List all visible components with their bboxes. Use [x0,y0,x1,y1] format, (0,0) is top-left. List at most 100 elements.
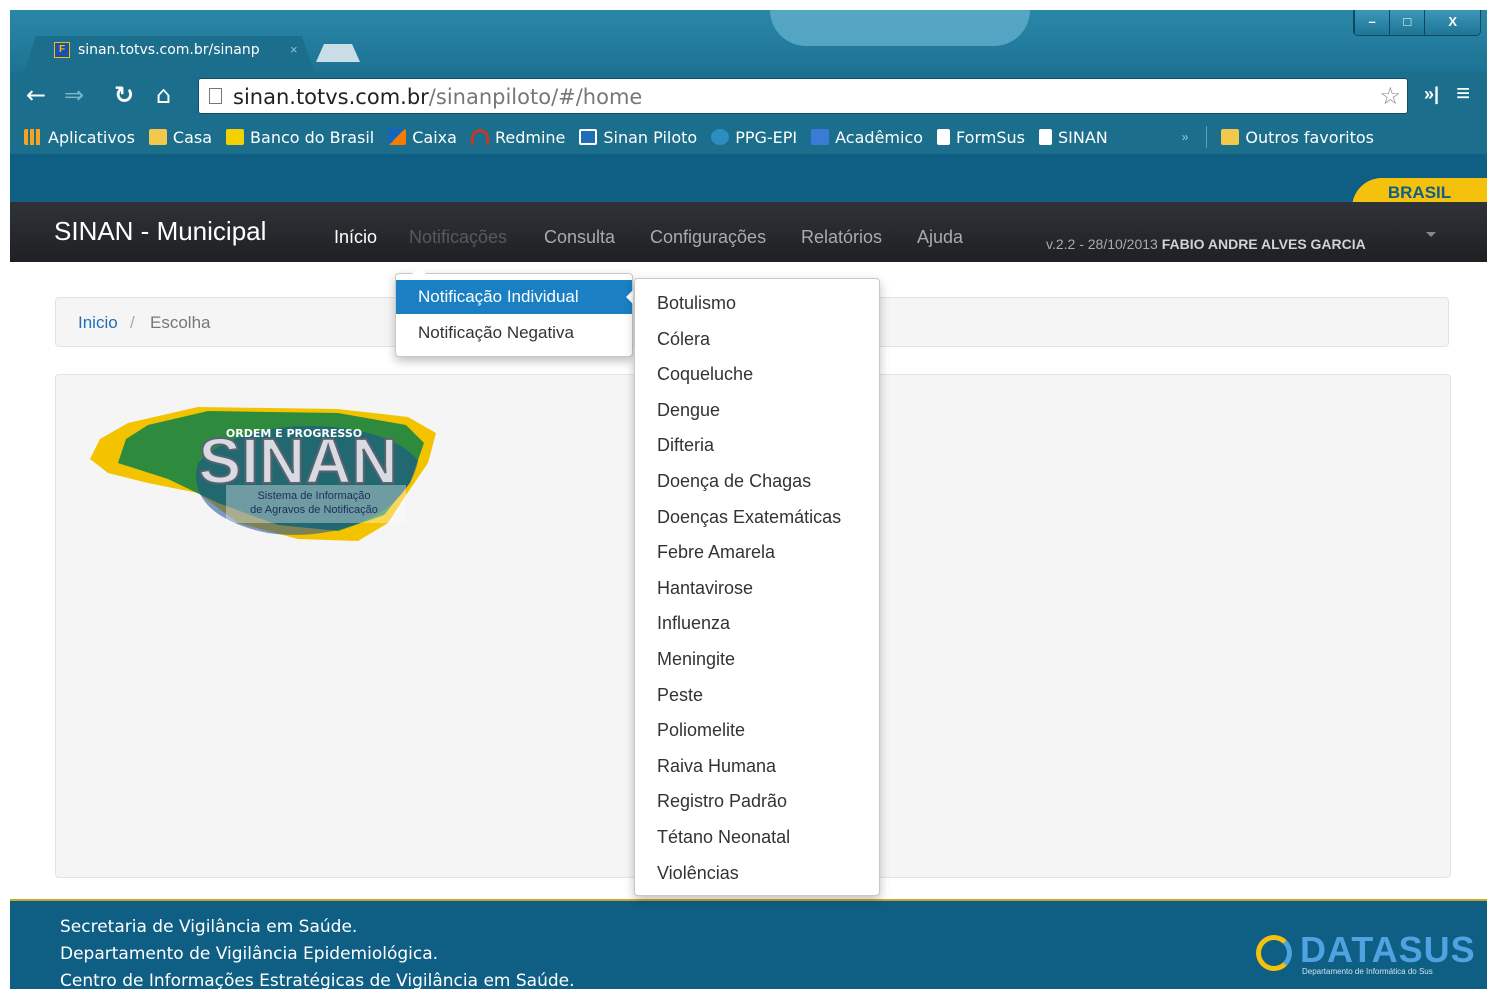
bookmark-item[interactable]: SINAN [1038,127,1108,147]
breadcrumb-separator: / [130,313,135,332]
url-text[interactable]: sinan.totvs.com.br/sinanpiloto/#/home [233,85,642,109]
bookmarks-bar: Aplicativos Casa Banco do Brasil Caixa Redmi… [10,120,1487,154]
home-icon[interactable]: ⌂ [156,82,171,108]
bookmark-label: PPG-EPI [735,127,798,147]
nav-item[interactable]: Configurações [650,227,766,248]
user-name: FABIO ANDRE ALVES GARCIA [1161,236,1366,252]
bookmark-label: FormSus [956,127,1025,147]
nav-item[interactable]: Consulta [544,227,615,248]
bookmark-item[interactable]: Acadêmico [811,128,923,147]
minimize-button[interactable]: – [1354,10,1390,35]
gov-bar: BRASIL [10,154,1487,208]
breadcrumb-current: Escolha [150,313,211,332]
dropdown-caret [412,267,426,274]
bookmark-label: Casa [172,127,213,147]
folder-icon [148,129,167,145]
bookmark-item[interactable]: Casa [148,127,213,147]
menu-item-notificacao-individual[interactable]: Notificação Individual [396,280,633,314]
ppg-epi-icon [711,129,730,145]
forward-arrow-icon[interactable]: ⇒ [64,82,84,108]
sinan-logo: ORDEM E PROGRESSO SINAN Sistema de Infor… [90,407,436,541]
bookmark-item[interactable]: Redmine [470,127,566,147]
page-icon [209,88,222,104]
nav-item[interactable]: Início [334,227,377,248]
submenu-item[interactable]: Botulismo [657,293,736,314]
bookmarks-overflow-icon[interactable]: » [1182,130,1189,144]
datasus-logo[interactable]: DATASUS Departamento de Informática do S… [1256,929,1475,979]
submenu-item[interactable]: Doenças Exatemáticas [657,507,841,528]
submenu-item[interactable]: Peste [657,685,703,706]
other-bookmarks[interactable]: Outros favoritos [1221,128,1374,147]
bookmark-label: Redmine [494,127,566,147]
submenu-item[interactable]: Influenza [657,613,730,634]
submenu-item[interactable]: Registro Padrão [657,791,787,812]
app-brand[interactable]: SINAN - Municipal [54,216,266,247]
bookmark-label: Banco do Brasil [250,127,375,147]
browser-tab[interactable]: F sinan.totvs.com.br/sinanp × [24,36,314,72]
folder-icon [1221,129,1240,145]
main-navbar: SINAN - Municipal Início Notificações Cons… [10,202,1487,262]
nav-item[interactable]: Notificações [409,227,507,248]
extensions-overflow-icon[interactable]: »| [1424,84,1439,105]
bookmark-item[interactable]: Sinan Piloto [579,128,697,147]
submenu-item[interactable]: Tétano Neonatal [657,827,790,848]
submenu-item[interactable]: Coqueluche [657,364,753,385]
datasus-ring-icon [1256,935,1292,971]
document-icon [1038,129,1052,145]
bookmark-item[interactable]: Caixa [388,128,457,147]
bookmark-label: Aplicativos [48,127,135,147]
bookmark-label: SINAN [1057,127,1108,147]
tab-title: sinan.totvs.com.br/sinanp [78,42,260,58]
banco-do-brasil-icon [226,129,245,145]
notificacoes-dropdown: Notificação Individual Notificação Negat… [395,267,633,357]
redmine-icon [470,129,489,145]
bookmark-item[interactable]: PPG-EPI [711,128,797,147]
address-bar[interactable]: sinan.totvs.com.br/sinanpiloto/#/home ☆ [198,78,1408,114]
caixa-icon [388,129,407,145]
tab-close-icon[interactable]: × [290,42,298,57]
apps-icon [24,129,42,145]
window-controls: – □ X [1353,10,1481,36]
chrome-menu-icon[interactable]: ≡ [1456,80,1470,108]
submenu-item[interactable]: Violências [657,863,739,884]
logo-subtitle-2: de Agravos de Notificação [250,504,378,516]
submenu-item[interactable]: Meningite [657,649,735,670]
submenu-item[interactable]: Poliomelite [657,720,745,741]
browser-window: F sinan.totvs.com.br/sinanp × – □ X ← ⇒ … [10,10,1487,989]
version-user-info[interactable]: v.2.2 - 28/10/2013 FABIO ANDRE ALVES GAR… [1046,236,1366,252]
submenu-item[interactable]: Hantavirose [657,578,753,599]
bookmark-star-icon[interactable]: ☆ [1379,82,1401,111]
tab-strip: F sinan.totvs.com.br/sinanp × – □ X [10,10,1487,72]
theme-decoration [770,10,1030,46]
menu-item-notificacao-negativa[interactable]: Notificação Negativa [396,316,632,350]
back-arrow-icon[interactable]: ← [26,82,46,108]
new-tab-button[interactable] [316,44,360,62]
bookmark-item[interactable]: FormSus [937,128,1025,147]
close-window-button[interactable]: X [1424,10,1480,35]
breadcrumb-home-link[interactable]: Inicio [78,313,118,333]
submenu-item[interactable]: Raiva Humana [657,756,776,777]
submenu-item[interactable]: Febre Amarela [657,542,775,563]
url-host: sinan.totvs.com.br [233,85,429,109]
user-menu-caret-icon[interactable] [1426,232,1436,237]
desktop-background [0,0,10,989]
logo-subtitle-1: Sistema de Informação [257,490,370,502]
nav-item[interactable]: Ajuda [917,227,963,248]
bookmark-item[interactable]: Banco do Brasil [226,128,374,147]
nav-item[interactable]: Relatórios [801,227,882,248]
maximize-button[interactable]: □ [1389,10,1425,35]
submenu-item[interactable]: Doença de Chagas [657,471,811,492]
submenu-item[interactable]: Difteria [657,435,714,456]
agravos-submenu: Botulismo Cólera Coqueluche Dengue Difteria D… [634,278,880,896]
reload-icon[interactable]: ↻ [114,82,134,108]
bookmark-label: Sinan Piloto [603,127,698,147]
footer-line: Departamento de Vigilância Epidemiológic… [60,944,439,964]
bookmarks-divider [1206,126,1208,148]
submenu-item[interactable]: Dengue [657,400,720,421]
version-text: v.2.2 - 28/10/2013 [1046,236,1158,252]
document-icon [937,129,951,145]
submenu-item[interactable]: Cólera [657,329,710,350]
other-bookmarks-label: Outros favoritos [1245,127,1374,147]
bookmark-item[interactable]: Aplicativos [24,128,135,147]
web-page: BRASIL SINAN - Municipal Início Notificaç… [10,154,1487,989]
